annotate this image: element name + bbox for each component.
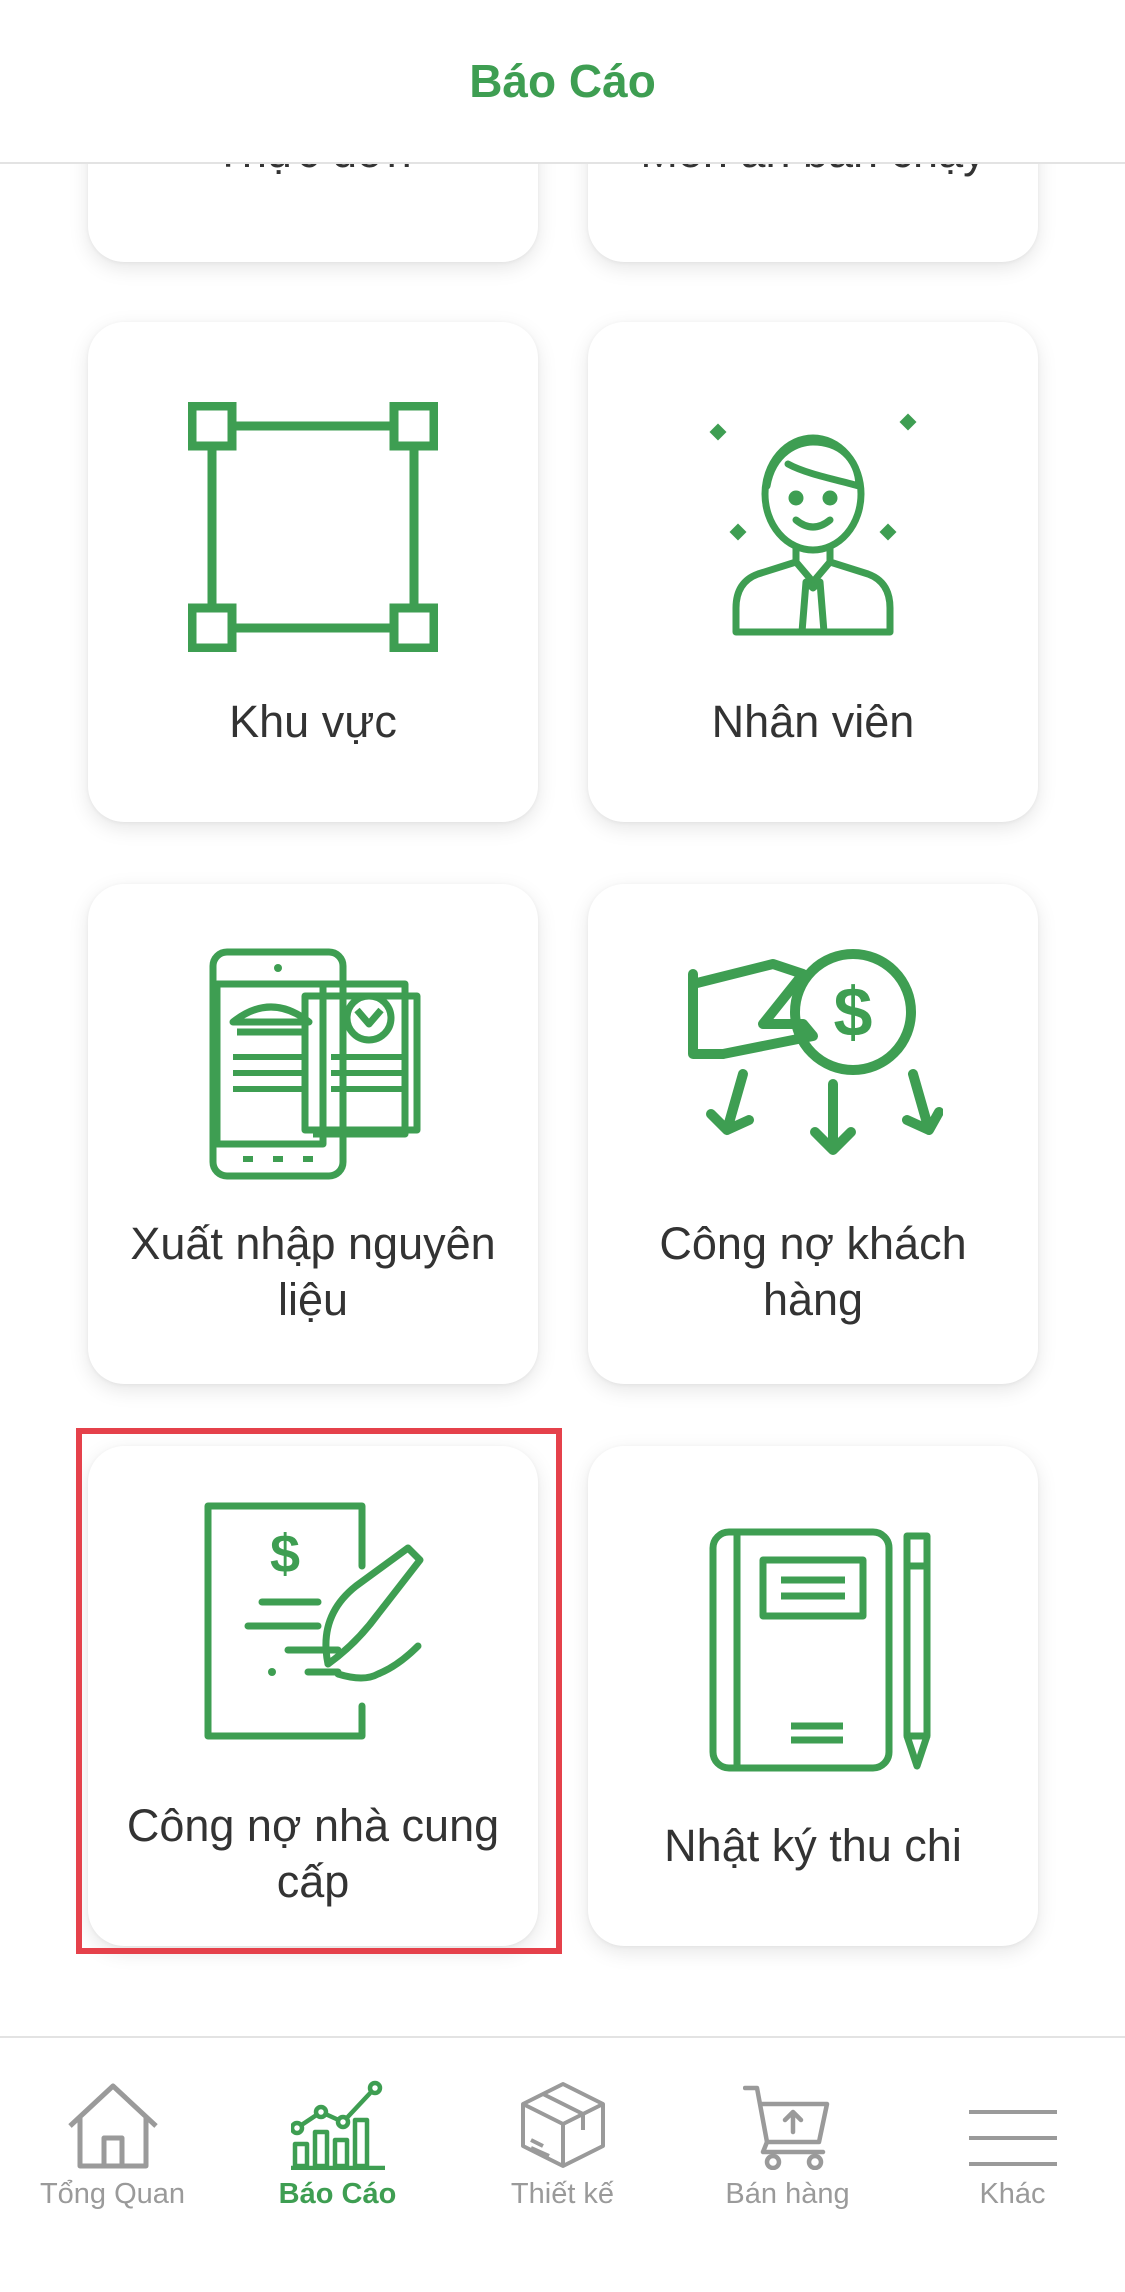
tab-thiet-ke[interactable]: Thiết kế [450, 2038, 675, 2238]
card-thuc-don[interactable]: Thực đơn [88, 164, 538, 262]
page-title: Báo Cáo [469, 55, 656, 107]
card-label: Khu vực [229, 696, 397, 747]
card-nhat-ky-thu-chi[interactable]: Nhật ký thu chi [588, 1446, 1038, 1946]
area-select-icon [188, 402, 438, 652]
card-label: Thực đơn [88, 164, 538, 180]
customer-debt-icon: $ [688, 949, 943, 1155]
notebook-icon [709, 1528, 931, 1772]
card-label: Xuất nhập nguyên liệu [108, 1216, 518, 1328]
box-icon [520, 2082, 605, 2168]
tab-label: Khác [979, 2178, 1046, 2210]
employee-icon [709, 413, 917, 636]
card-khu-vuc[interactable]: Khu vực [88, 322, 538, 822]
header: Báo Cáo [0, 0, 1125, 164]
home-icon [67, 2083, 158, 2169]
tab-label: Tổng Quan [39, 2178, 186, 2210]
report-grid: Thực đơn Món ăn bán chạy Khu vực [0, 164, 1125, 2036]
card-mon-an-ban-chay[interactable]: Món ăn bán chạy [588, 164, 1038, 262]
recipe-book-icon [209, 948, 421, 1180]
label-line: Công nợ nhà cung [126, 1800, 500, 1851]
label-line: hàng [762, 1274, 864, 1325]
label-line: Xuất nhập nguyên [130, 1218, 496, 1269]
tab-label: Báo Cáo [278, 2178, 397, 2210]
card-nhan-vien[interactable]: Nhân viên [588, 322, 1038, 822]
label-line: liệu [277, 1274, 349, 1325]
card-label: Nhật ký thu chi [664, 1820, 962, 1871]
card-cong-no-khach-hang[interactable]: $ Công nợ khách hàng [588, 884, 1038, 1384]
card-label: Món ăn bán chạy [588, 164, 1038, 180]
label-line: cấp [276, 1856, 350, 1907]
tab-bao-cao[interactable]: Báo Cáo [225, 2038, 450, 2238]
supplier-debt-icon: $ [204, 1502, 424, 1740]
svg-text:$: $ [834, 973, 873, 1051]
card-label: Công nợ khách hàng [608, 1216, 1018, 1328]
tab-khac[interactable]: Khác [900, 2038, 1125, 2238]
svg-text:$: $ [270, 1524, 300, 1584]
bottom-tab-bar: Tổng Quan Báo Cáo Thiết kế Bán hàng Khác [0, 2036, 1125, 2292]
tab-label: Bán hàng [725, 2178, 850, 2210]
chart-icon [290, 2080, 385, 2170]
tab-ban-hang[interactable]: Bán hàng [675, 2038, 900, 2238]
card-label: Nhân viên [711, 696, 915, 747]
cart-icon [742, 2085, 829, 2170]
card-cong-no-nha-cung-cap[interactable]: $ Công nợ nhà cung cấp [88, 1446, 538, 1946]
card-label: Công nợ nhà cung cấp [108, 1798, 518, 1910]
label-line: Công nợ khách [659, 1218, 967, 1269]
menu-icon [968, 2110, 1057, 2166]
card-xuat-nhap-nguyen-lieu[interactable]: Xuất nhập nguyên liệu [88, 884, 538, 1384]
tab-tong-quan[interactable]: Tổng Quan [0, 2038, 225, 2238]
tab-label: Thiết kế [510, 2178, 615, 2210]
